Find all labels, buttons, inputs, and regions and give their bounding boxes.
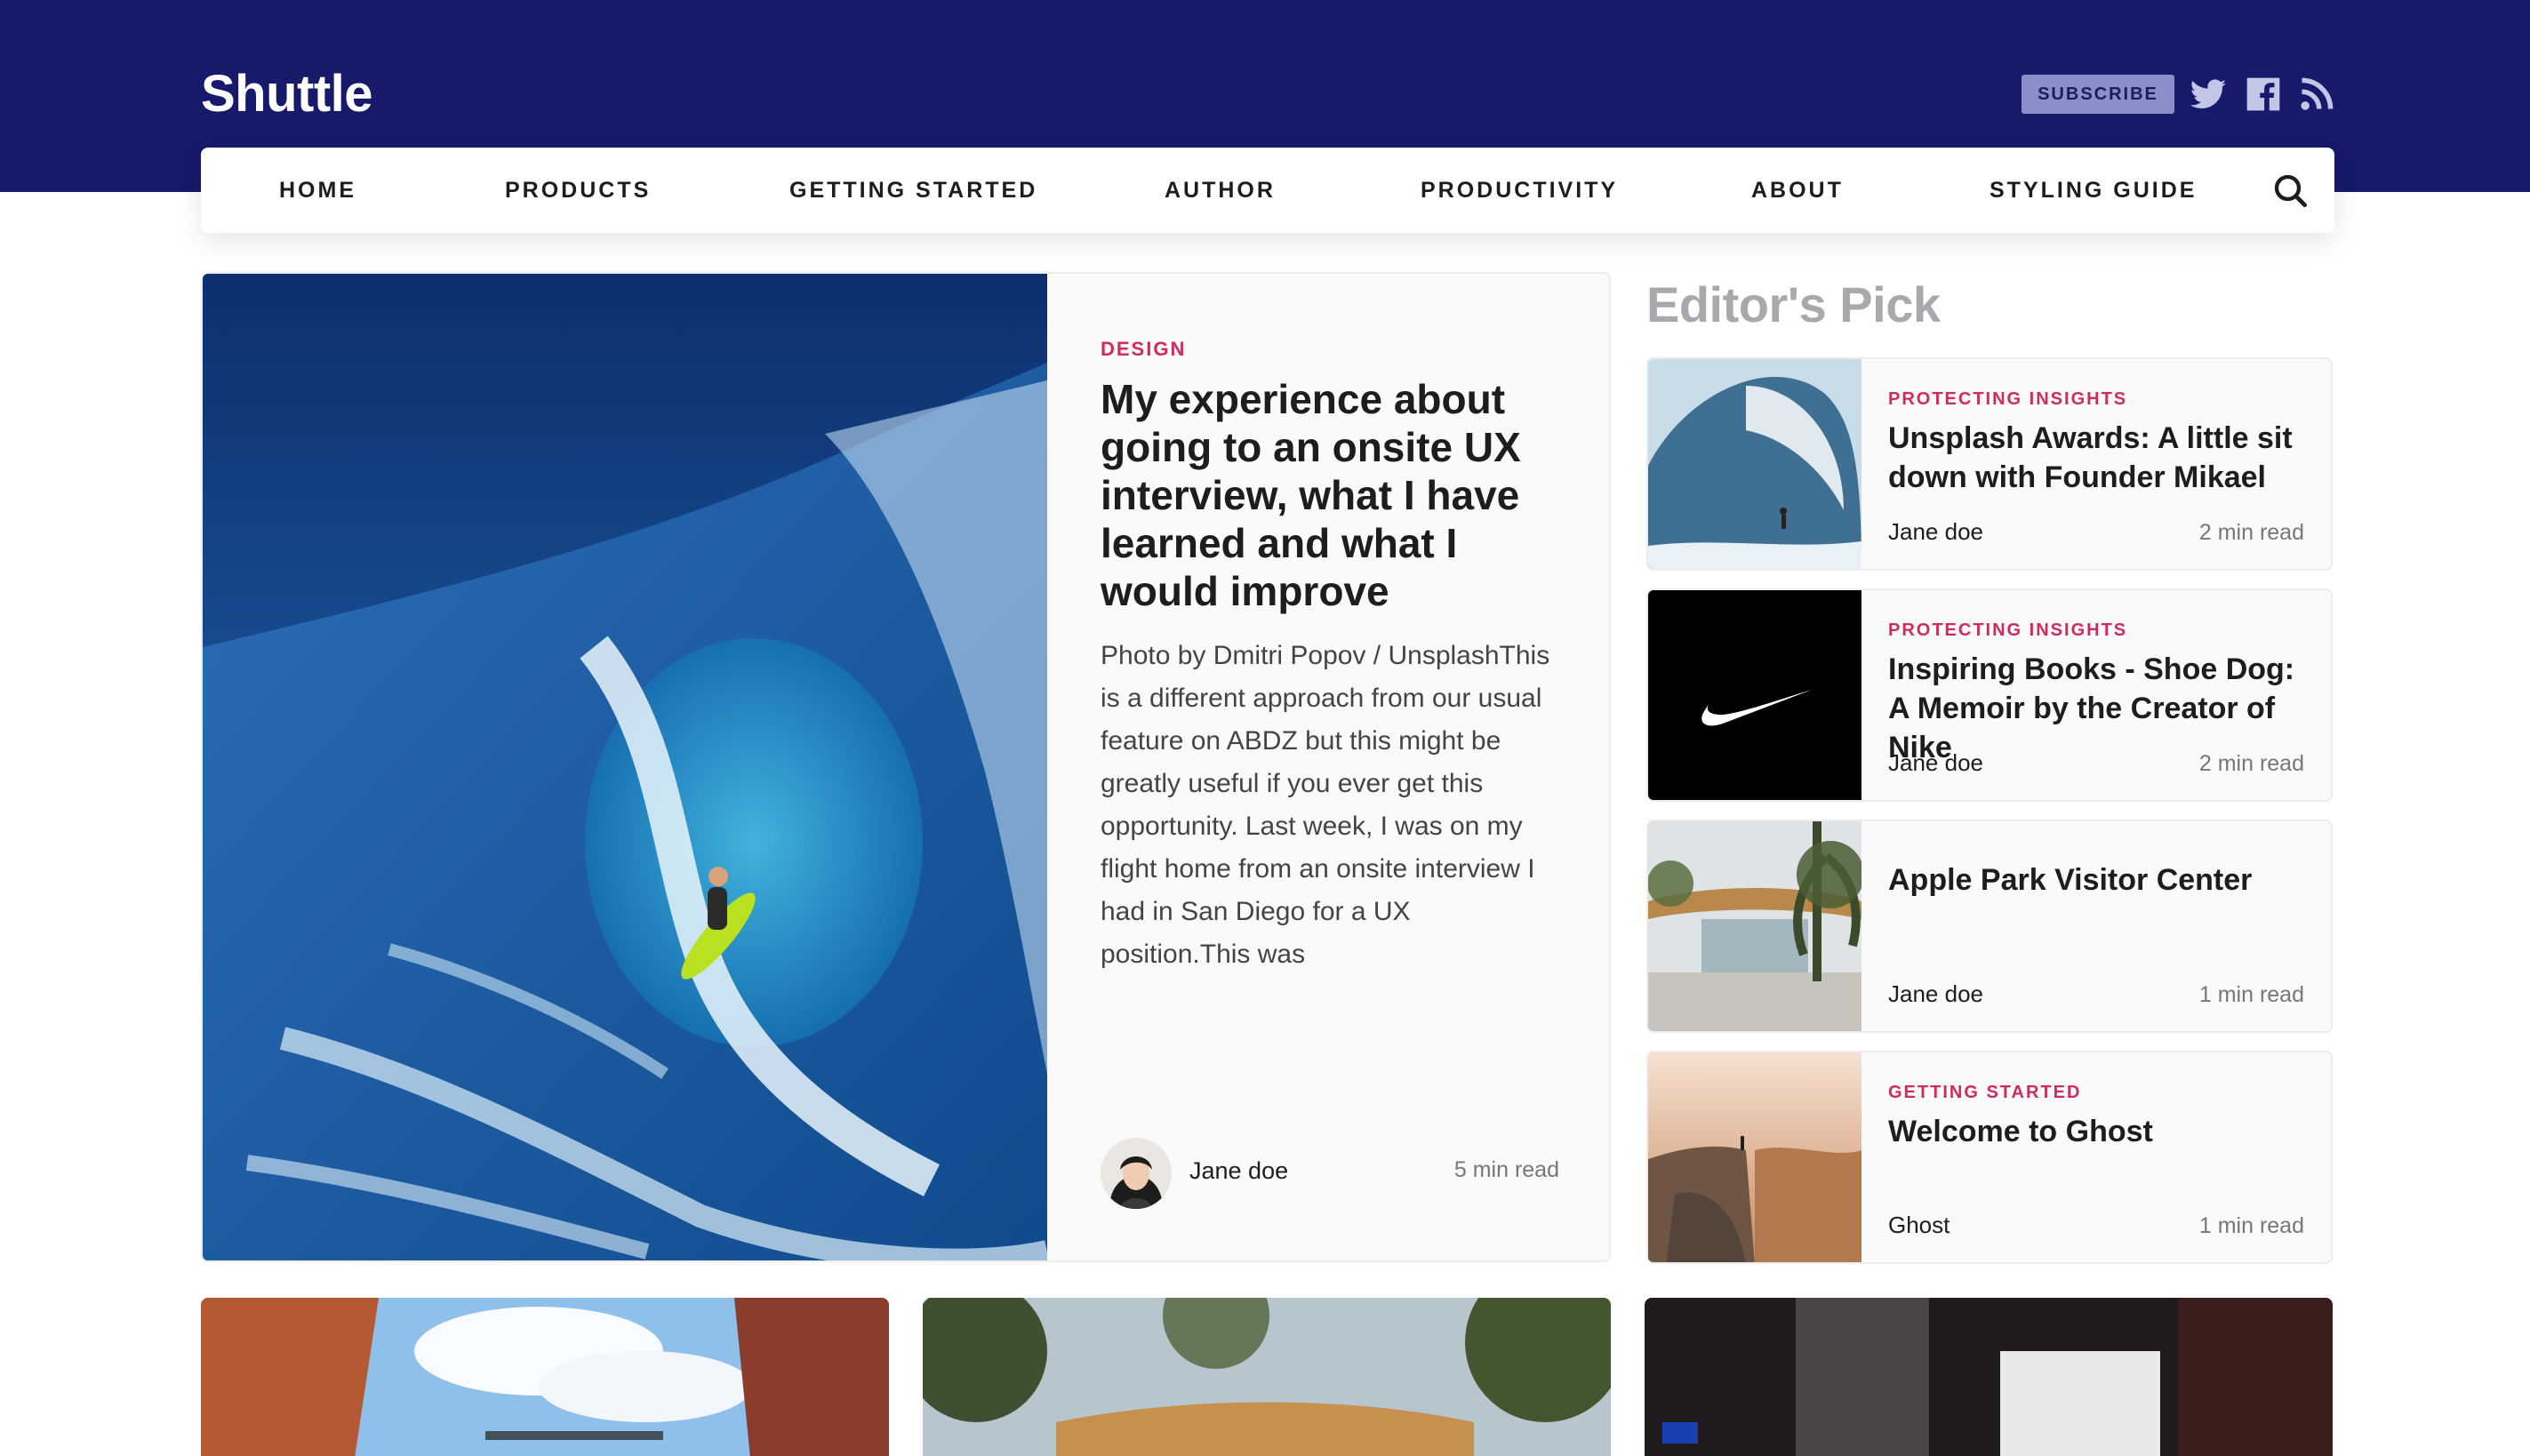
featured-post-meta: Jane doe 5 min read <box>1101 1138 1559 1209</box>
featured-post-author[interactable]: Jane doe <box>1189 1157 1288 1185</box>
post-thumbnail[interactable] <box>1648 821 1864 1031</box>
search-icon[interactable] <box>2272 172 2308 208</box>
nav-item-author[interactable]: AUTHOR <box>1165 148 1276 233</box>
rss-icon[interactable] <box>2297 75 2336 114</box>
post-title[interactable]: Apple Park Visitor Center <box>1888 860 2304 900</box>
nav-item-home[interactable]: HOME <box>279 148 356 233</box>
editors-pick-item[interactable]: PROTECTING INSIGHTS Inspiring Books - Sh… <box>1646 588 2333 802</box>
nav-item-productivity[interactable]: PRODUCTIVITY <box>1421 148 1618 233</box>
post-author[interactable]: Jane doe <box>1888 749 1983 777</box>
nav-item-about[interactable]: ABOUT <box>1751 148 1844 233</box>
featured-post-tag[interactable]: DESIGN <box>1101 338 1559 361</box>
author-avatar[interactable] <box>1101 1138 1172 1209</box>
post-thumbnail[interactable] <box>1648 1052 1861 1262</box>
nav-item-getting-started[interactable]: GETTING STARTED <box>789 148 1037 233</box>
editors-pick-item[interactable]: Apple Park Visitor Center Jane doe 1 min… <box>1646 820 2333 1033</box>
post-author[interactable]: Ghost <box>1888 1212 1950 1239</box>
post-read-time: 1 min read <box>2198 982 2304 1007</box>
nav-item-products[interactable]: PRODUCTS <box>505 148 651 233</box>
post-thumbnail[interactable] <box>1648 590 1861 800</box>
post-thumbnail[interactable] <box>1648 359 1861 569</box>
post-tag[interactable]: PROTECTING INSIGHTS <box>1888 389 2304 410</box>
featured-post-image[interactable] <box>203 274 1050 1260</box>
post-read-time: 2 min read <box>2198 751 2304 776</box>
post-card-image[interactable] <box>923 1298 1611 1456</box>
subscribe-button[interactable]: SUBSCRIBE <box>2022 75 2174 114</box>
post-tag[interactable]: GETTING STARTED <box>1888 1083 2304 1103</box>
post-tag[interactable]: PROTECTING INSIGHTS <box>1888 620 2304 641</box>
post-read-time: 1 min read <box>2198 1213 2304 1238</box>
post-card-image[interactable] <box>1645 1298 2333 1456</box>
featured-post-title[interactable]: My experience about going to an onsite U… <box>1101 375 1559 615</box>
post-author[interactable]: Jane doe <box>1888 980 1983 1008</box>
featured-post-excerpt: Photo by Dmitri Popov / UnsplashThis is … <box>1101 641 1550 969</box>
post-title[interactable]: Welcome to Ghost <box>1888 1112 2304 1151</box>
facebook-icon[interactable] <box>2244 75 2283 114</box>
editors-pick-heading: Editor's Pick <box>1646 276 1941 332</box>
main-nav: HOME PRODUCTS GETTING STARTED AUTHOR PRO… <box>201 148 2334 233</box>
post-card-image[interactable] <box>201 1298 889 1456</box>
editors-pick-item[interactable]: PROTECTING INSIGHTS Unsplash Awards: A l… <box>1646 357 2333 571</box>
featured-post-card[interactable]: DESIGN My experience about going to an o… <box>201 272 1611 1262</box>
post-read-time: 2 min read <box>2198 520 2304 545</box>
editors-pick-item[interactable]: GETTING STARTED Welcome to Ghost Ghost 1… <box>1646 1051 2333 1264</box>
featured-post-read-time: 5 min read <box>1453 1157 1559 1182</box>
twitter-icon[interactable] <box>2189 75 2228 114</box>
post-author[interactable]: Jane doe <box>1888 518 1983 546</box>
site-logo[interactable]: Shuttle <box>201 64 373 124</box>
nav-item-styling-guide[interactable]: STYLING GUIDE <box>1990 148 2197 233</box>
post-title[interactable]: Unsplash Awards: A little sit down with … <box>1888 419 2304 497</box>
